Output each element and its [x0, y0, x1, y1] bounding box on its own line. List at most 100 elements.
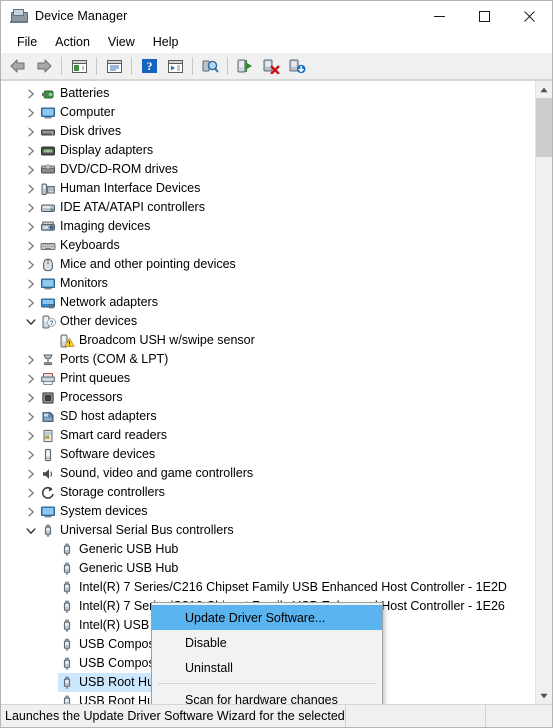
scrollbar-track[interactable]: [536, 98, 552, 687]
back-icon[interactable]: [5, 54, 31, 78]
tree-item-content[interactable]: Batteries: [39, 84, 113, 103]
tree-item-content[interactable]: Ports (COM & LPT): [39, 350, 172, 369]
view-icon[interactable]: [162, 54, 188, 78]
help-icon[interactable]: ?: [136, 54, 162, 78]
tree-item-content[interactable]: Generic USB Hub: [58, 540, 182, 559]
tree-item[interactable]: Software devices: [1, 445, 536, 464]
chevron-right-icon[interactable]: [23, 483, 39, 502]
chevron-right-icon[interactable]: [23, 502, 39, 521]
tree-item-content[interactable]: USB Root Hub: [58, 673, 165, 692]
menu-action[interactable]: Action: [46, 33, 99, 51]
chevron-down-icon[interactable]: [23, 521, 39, 540]
tree-item-content[interactable]: Mice and other pointing devices: [39, 255, 240, 274]
maximize-button[interactable]: [462, 1, 507, 31]
chevron-right-icon[interactable]: [23, 407, 39, 426]
vertical-scrollbar[interactable]: [535, 81, 552, 704]
tree-item[interactable]: Display adapters: [1, 141, 536, 160]
minimize-button[interactable]: [417, 1, 462, 31]
tree-item[interactable]: Smart card readers: [1, 426, 536, 445]
menu-view[interactable]: View: [99, 33, 144, 51]
tree-item[interactable]: Storage controllers: [1, 483, 536, 502]
tree-item-content[interactable]: Sound, video and game controllers: [39, 464, 257, 483]
chevron-right-icon[interactable]: [23, 236, 39, 255]
tree-item-content[interactable]: Network adapters: [39, 293, 162, 312]
tree-item-content[interactable]: DVD/CD-ROM drives: [39, 160, 182, 179]
chevron-right-icon[interactable]: [23, 426, 39, 445]
tree-item[interactable]: Universal Serial Bus controllers: [1, 521, 536, 540]
chevron-right-icon[interactable]: [23, 141, 39, 160]
tree-item-content[interactable]: Print queues: [39, 369, 134, 388]
tree-item[interactable]: Sound, video and game controllers: [1, 464, 536, 483]
tree-item[interactable]: IDE ATA/ATAPI controllers: [1, 198, 536, 217]
tree-item-content[interactable]: Imaging devices: [39, 217, 154, 236]
tree-item[interactable]: Intel(R) 7 Series/C216 Chipset Family US…: [1, 578, 536, 597]
chevron-right-icon[interactable]: [23, 255, 39, 274]
scan-for-hardware-changes-icon[interactable]: [197, 54, 223, 78]
ctx-disable[interactable]: Disable: [152, 630, 382, 655]
chevron-right-icon[interactable]: [23, 293, 39, 312]
tree-item-content[interactable]: SD host adapters: [39, 407, 161, 426]
ctx-update-driver-software[interactable]: Update Driver Software...: [152, 605, 382, 630]
chevron-right-icon[interactable]: [23, 464, 39, 483]
scrollbar-thumb[interactable]: [536, 98, 552, 157]
tree-item[interactable]: Disk drives: [1, 122, 536, 141]
update-driver-software-icon[interactable]: [232, 54, 258, 78]
tree-item[interactable]: ? Other devices: [1, 312, 536, 331]
tree-item[interactable]: Computer: [1, 103, 536, 122]
tree-item-content[interactable]: System devices: [39, 502, 152, 521]
chevron-right-icon[interactable]: [23, 122, 39, 141]
chevron-right-icon[interactable]: [23, 274, 39, 293]
chevron-right-icon[interactable]: [23, 350, 39, 369]
tree-item-content[interactable]: Broadcom USH w/swipe sensor: [58, 331, 259, 350]
show-hide-console-tree-icon[interactable]: [66, 54, 92, 78]
tree-item[interactable]: Network adapters: [1, 293, 536, 312]
tree-item-content[interactable]: Processors: [39, 388, 127, 407]
scroll-up-arrow[interactable]: [536, 81, 552, 98]
chevron-right-icon[interactable]: [23, 369, 39, 388]
tree-item-content[interactable]: ? Other devices: [39, 312, 141, 331]
tree-item[interactable]: Generic USB Hub: [1, 559, 536, 578]
tree-item-content[interactable]: Intel(R) 7 Series/C216 Chipset Family US…: [58, 578, 511, 597]
tree-item[interactable]: Human Interface Devices: [1, 179, 536, 198]
tree-item[interactable]: Mice and other pointing devices: [1, 255, 536, 274]
chevron-down-icon[interactable]: [23, 312, 39, 331]
tree-item-content[interactable]: Display adapters: [39, 141, 157, 160]
tree-item-content[interactable]: Human Interface Devices: [39, 179, 204, 198]
tree-item[interactable]: Batteries: [1, 84, 536, 103]
tree-item-content[interactable]: Storage controllers: [39, 483, 169, 502]
menu-help[interactable]: Help: [144, 33, 188, 51]
chevron-right-icon[interactable]: [23, 217, 39, 236]
tree-item-content[interactable]: Monitors: [39, 274, 112, 293]
chevron-right-icon[interactable]: [23, 198, 39, 217]
ctx-scan-for-hardware-changes[interactable]: Scan for hardware changes: [152, 687, 382, 705]
disable-device-icon[interactable]: [284, 54, 310, 78]
ctx-uninstall[interactable]: Uninstall: [152, 655, 382, 680]
chevron-right-icon[interactable]: [23, 388, 39, 407]
tree-item[interactable]: SD host adapters: [1, 407, 536, 426]
properties-icon[interactable]: [101, 54, 127, 78]
chevron-right-icon[interactable]: [23, 84, 39, 103]
tree-item-content[interactable]: Disk drives: [39, 122, 125, 141]
forward-icon[interactable]: [31, 54, 57, 78]
tree-item[interactable]: Imaging devices: [1, 217, 536, 236]
tree-item[interactable]: System devices: [1, 502, 536, 521]
tree-item-content[interactable]: USB Root Hub: [58, 692, 165, 704]
tree-item[interactable]: Keyboards: [1, 236, 536, 255]
uninstall-device-icon[interactable]: [258, 54, 284, 78]
tree-item[interactable]: Print queues: [1, 369, 536, 388]
context-menu[interactable]: Update Driver Software... Disable Uninstal…: [151, 602, 383, 704]
tree-item[interactable]: Broadcom USH w/swipe sensor: [1, 331, 536, 350]
chevron-right-icon[interactable]: [23, 160, 39, 179]
chevron-right-icon[interactable]: [23, 445, 39, 464]
tree-item-content[interactable]: Generic USB Hub: [58, 559, 182, 578]
tree-item[interactable]: Monitors: [1, 274, 536, 293]
tree-item[interactable]: Ports (COM & LPT): [1, 350, 536, 369]
tree-item[interactable]: DVD/CD-ROM drives: [1, 160, 536, 179]
tree-item-content[interactable]: Smart card readers: [39, 426, 171, 445]
tree-item-content[interactable]: IDE ATA/ATAPI controllers: [39, 198, 209, 217]
chevron-right-icon[interactable]: [23, 103, 39, 122]
tree-item[interactable]: Processors: [1, 388, 536, 407]
tree-item-content[interactable]: Keyboards: [39, 236, 124, 255]
scroll-down-arrow[interactable]: [536, 687, 552, 704]
tree-item-content[interactable]: Universal Serial Bus controllers: [39, 521, 238, 540]
